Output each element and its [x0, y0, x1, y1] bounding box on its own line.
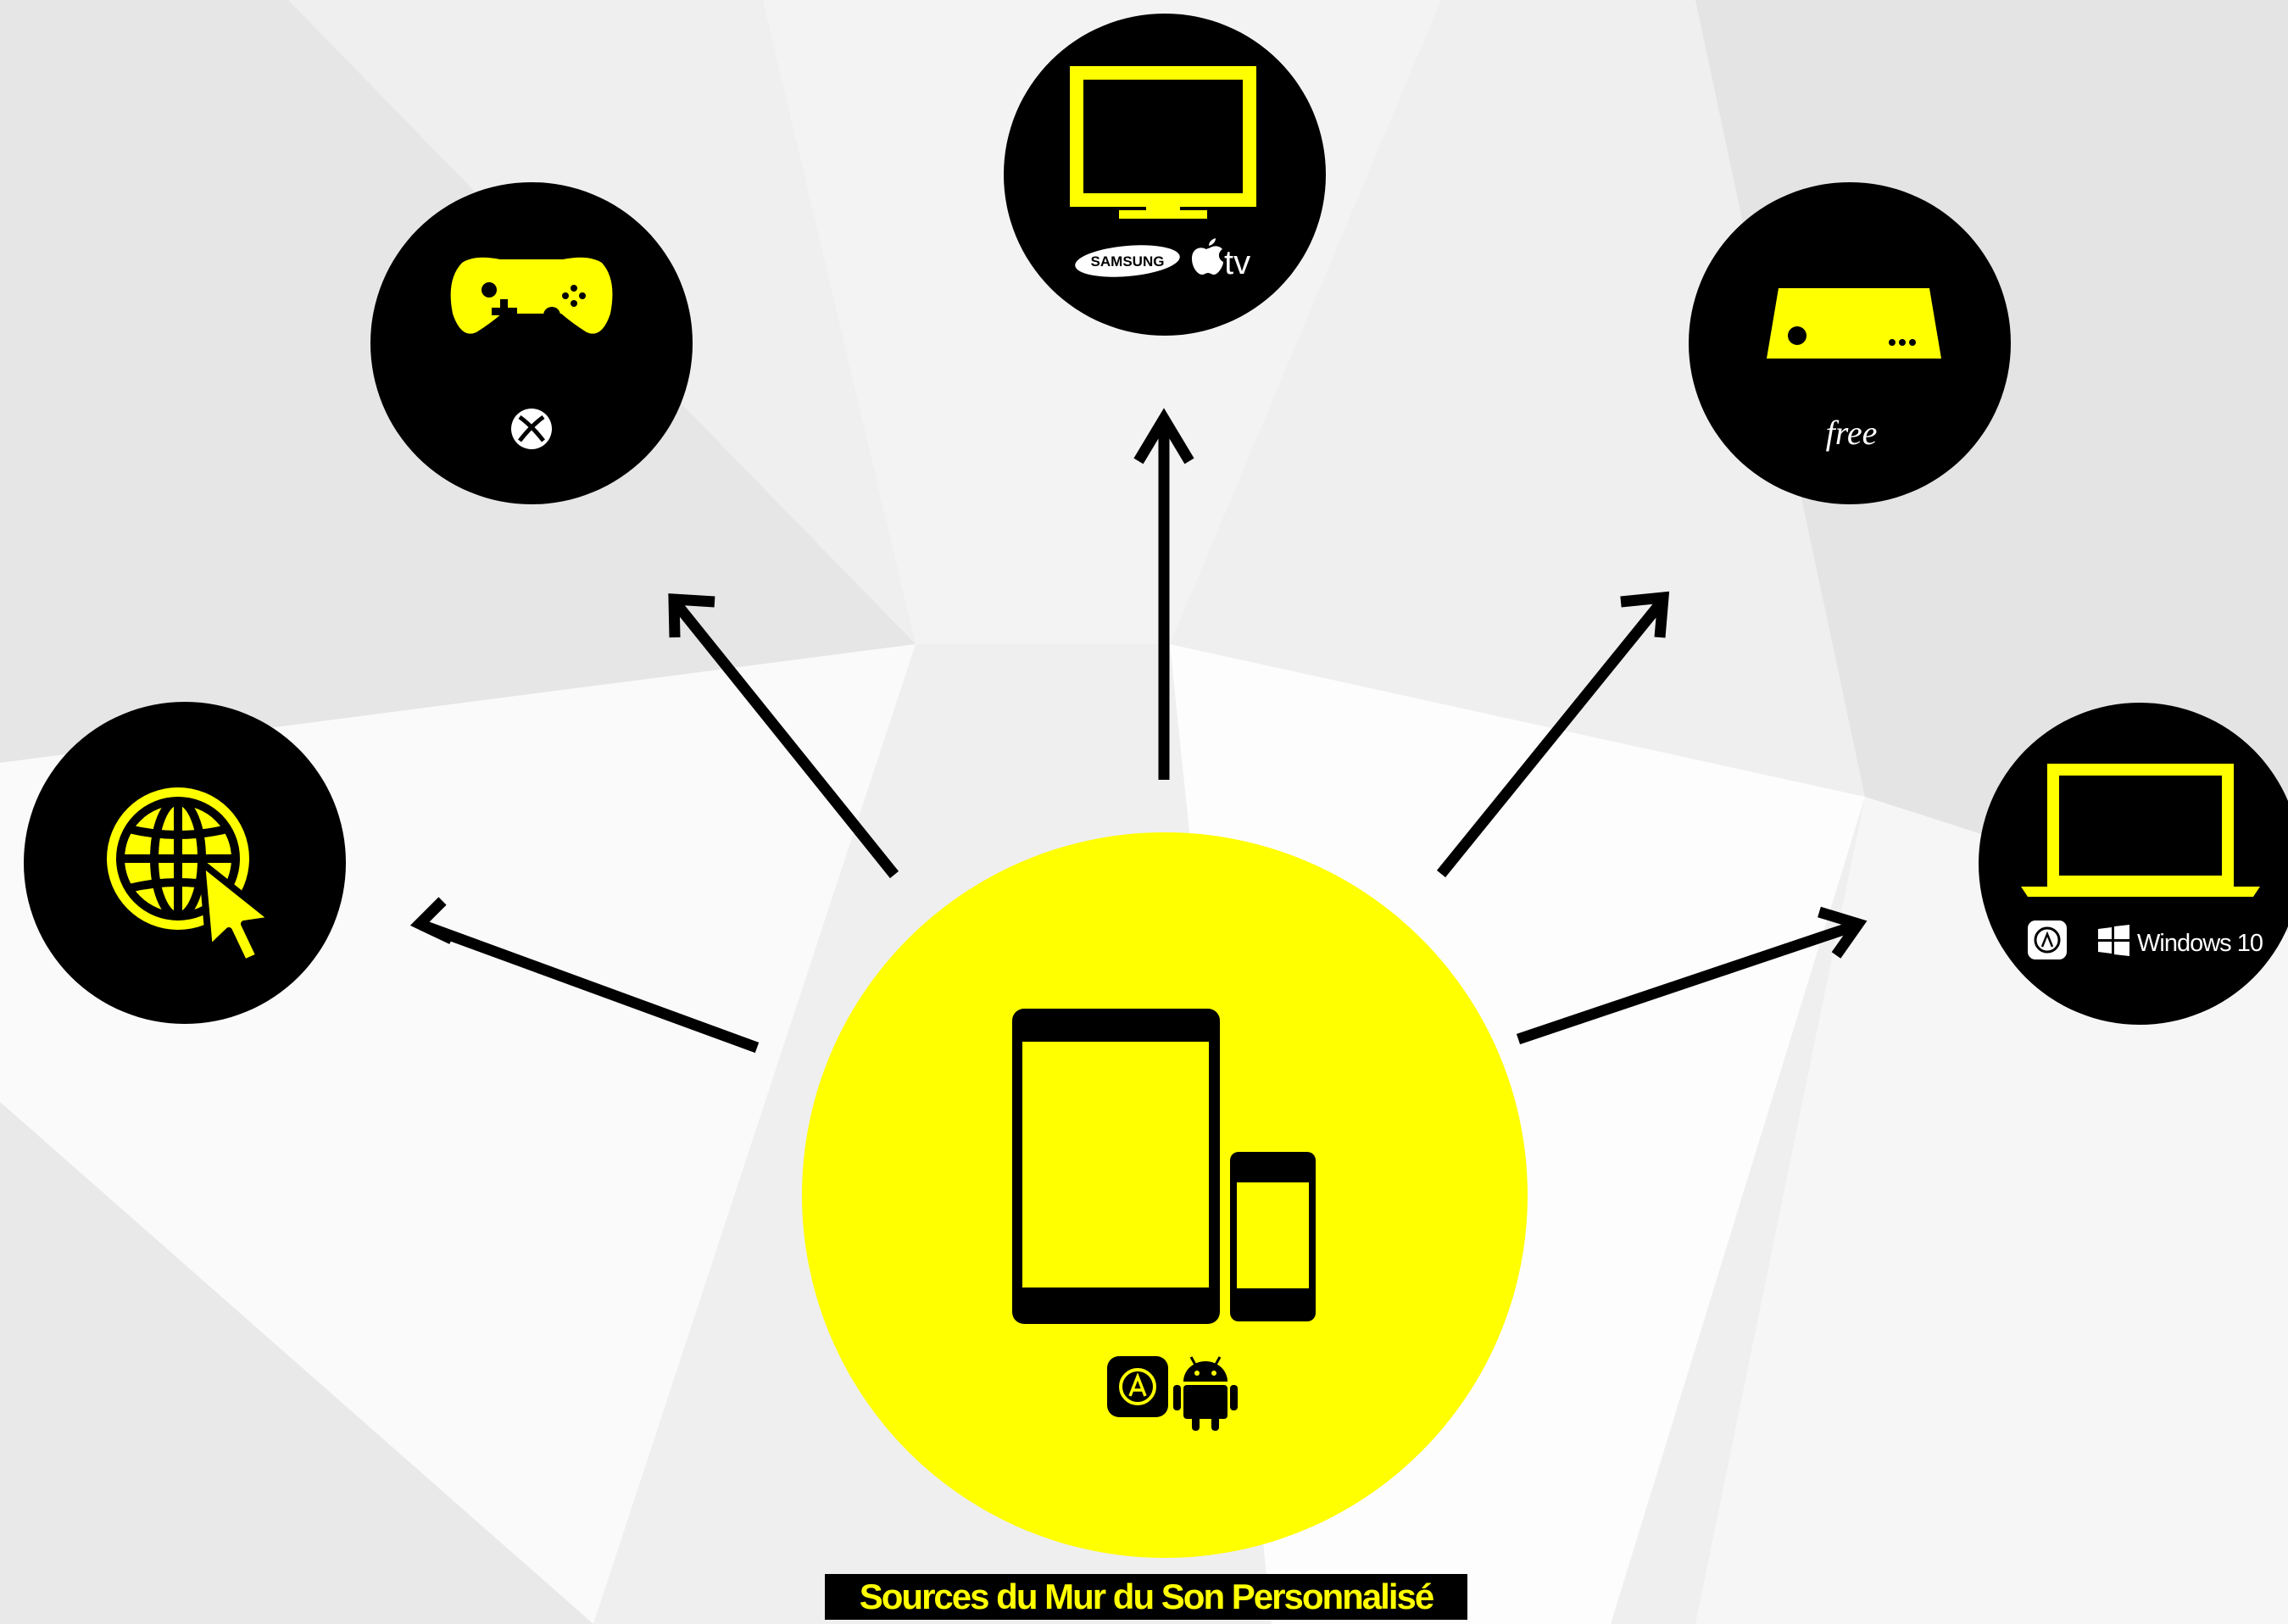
arrow-to-computer [1516, 906, 1868, 1045]
node-box: free [1689, 182, 2011, 504]
arrow-to-console [668, 593, 899, 879]
set-top-box-icon [1767, 288, 1941, 359]
arrow-to-tv [1133, 408, 1194, 780]
node-console [370, 182, 693, 504]
arrow-to-web [409, 897, 760, 1054]
phone-icon [1230, 1152, 1316, 1321]
xbox-logo [511, 409, 552, 449]
arrow-to-box [1436, 591, 1670, 878]
node-computer: Windows 10 [1979, 703, 2288, 1025]
tablet-icon [1012, 1009, 1220, 1324]
node-web [24, 702, 346, 1024]
windows-logo-text: Windows 10 [2137, 930, 2263, 957]
free-logo: free [1826, 414, 1878, 452]
apple-tv-logo-text: tv [1224, 244, 1250, 281]
node-mobile-devices [802, 832, 1528, 1558]
mac-app-store-logo [2028, 920, 2067, 959]
node-tv: SAMSUNG tv [1004, 14, 1326, 336]
app-store-icon [1107, 1356, 1168, 1417]
samsung-logo-text: SAMSUNG [1091, 253, 1165, 270]
diagram: SAMSUNG tv free Windows 10 [24, 14, 2288, 1558]
diagram-caption: Sources du Mur du Son Personnalisé [825, 1574, 1467, 1620]
